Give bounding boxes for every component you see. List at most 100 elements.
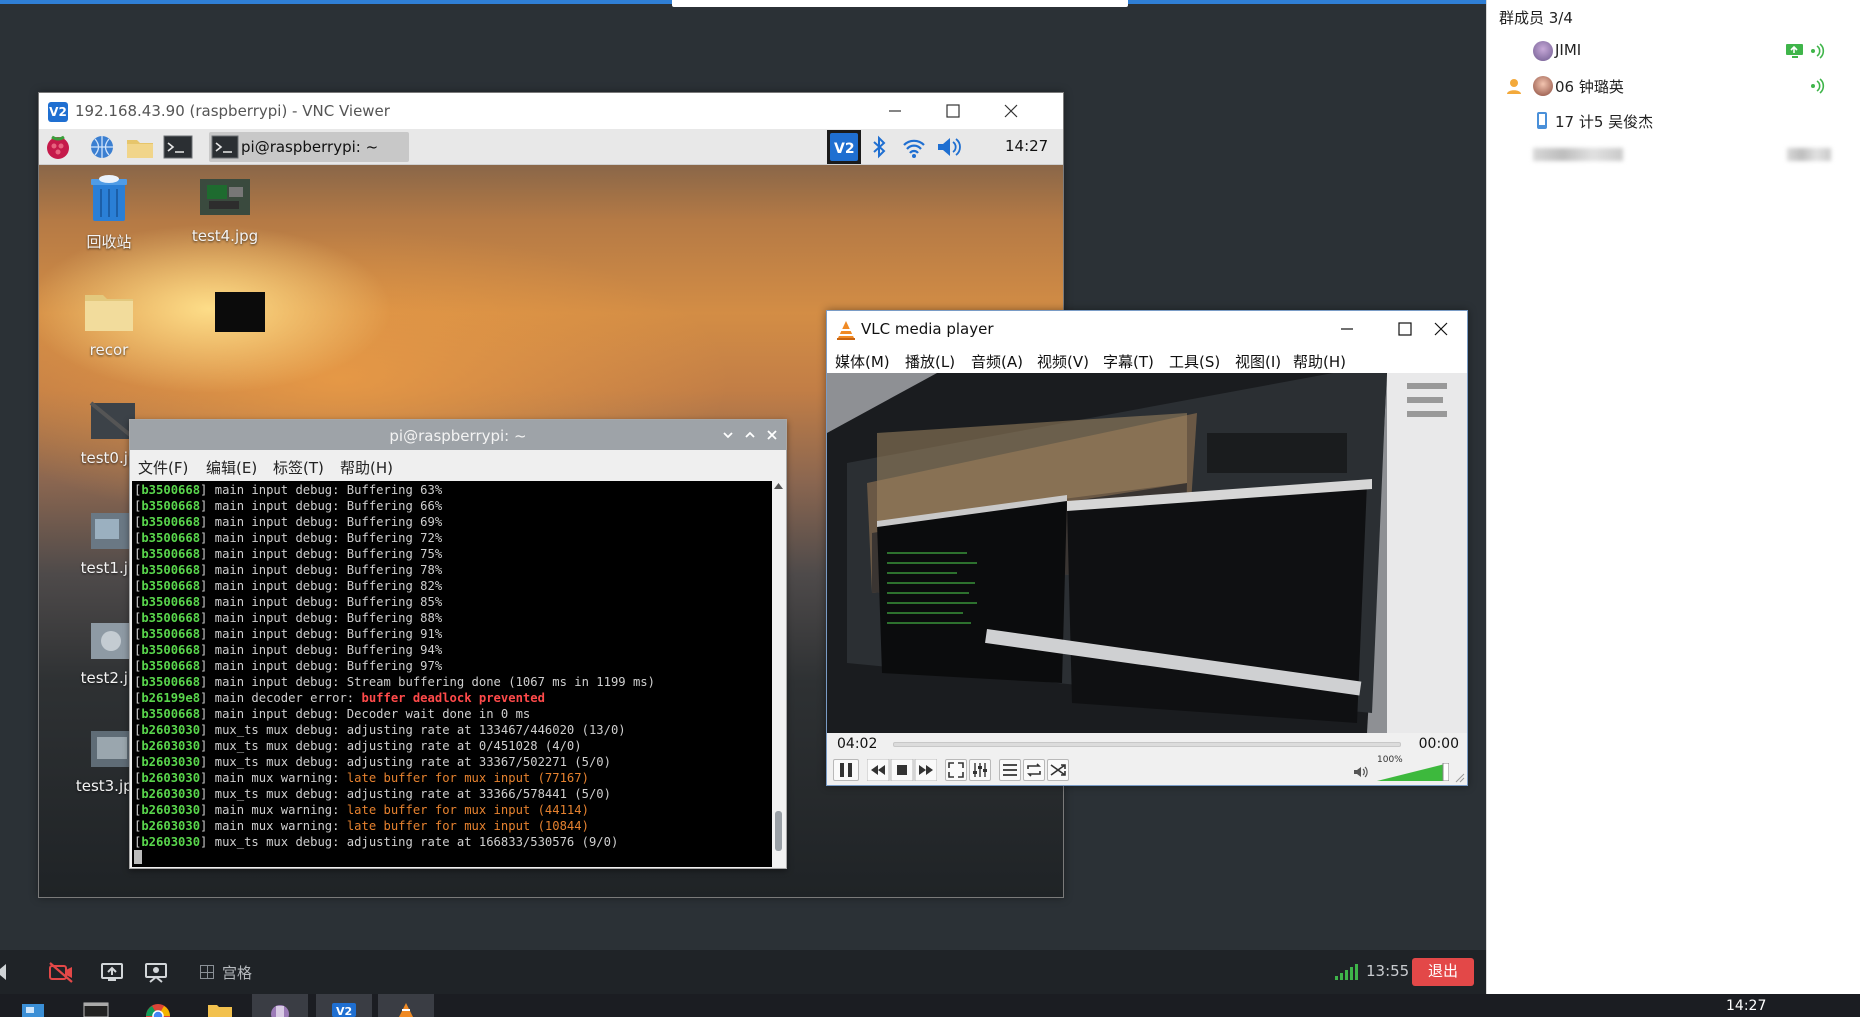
terminal-minimize-button[interactable]: [720, 427, 736, 443]
taskbar-app-chrome[interactable]: [130, 994, 186, 1017]
volume-slider[interactable]: 100%: [1377, 755, 1449, 781]
thread-id: b3500668: [141, 659, 201, 673]
camera-off-icon[interactable]: [48, 960, 74, 984]
folder-icon: [208, 1005, 232, 1017]
vlc-icon: [399, 1003, 413, 1017]
member-row[interactable]: 06 钟璐英: [1487, 71, 1860, 101]
members-panel: 群成员 3/4 JIMI 06 钟璐英 17 计5 吴俊杰: [1486, 0, 1860, 994]
image-file-icon: [91, 513, 135, 549]
terminal-line: [b3500668] main input debug: Buffering 8…: [134, 595, 443, 609]
blurred-member-name: [1533, 148, 1623, 161]
playback-controls: [866, 758, 938, 782]
log-text: main input debug: Buffering 94%: [207, 643, 443, 657]
image-file-icon: [200, 179, 250, 215]
playlist-button[interactable]: [999, 759, 1021, 781]
shuffle-icon: [1050, 764, 1066, 776]
menu-edit[interactable]: 编辑(E): [206, 457, 257, 478]
vlc-menu-audio[interactable]: 音频(A): [971, 351, 1023, 372]
taskbar-app-vlc[interactable]: [378, 994, 434, 1017]
folder-icon: [85, 295, 133, 331]
shuffle-button[interactable]: [1047, 759, 1069, 781]
vnc-titlebar[interactable]: V2 192.168.43.90 (raspberrypi) - VNC Vie…: [39, 93, 1063, 129]
screen-share-icon: [1786, 44, 1803, 58]
log-text: main input debug: Buffering 91%: [207, 627, 443, 641]
bluetooth-icon[interactable]: [869, 133, 889, 161]
share-screen-icon[interactable]: [100, 960, 124, 984]
desktop-icon-test4[interactable]: test4.jpg: [175, 175, 275, 245]
members-title: 群成员 3/4: [1499, 9, 1573, 27]
resize-grip-icon[interactable]: [1455, 773, 1465, 783]
log-text: main input debug: Buffering 88%: [207, 611, 443, 625]
taskbar-app-vnc[interactable]: V2: [316, 994, 372, 1017]
share-toolbar-handle[interactable]: [672, 0, 1128, 7]
taskbar-app-folder[interactable]: [192, 994, 248, 1017]
terminal-scroll-thumb[interactable]: [775, 811, 782, 851]
terminal-scrollbar[interactable]: [772, 481, 785, 867]
taskbar-app-explorer[interactable]: [4, 994, 60, 1017]
vlc-menu-view[interactable]: 视图(I): [1235, 351, 1281, 372]
desktop-icon-trash[interactable]: 回收站: [59, 175, 159, 252]
equalizer-icon: [973, 763, 987, 777]
vlc-menu-media[interactable]: 媒体(M): [835, 351, 890, 372]
terminal-launcher-icon[interactable]: [163, 133, 193, 161]
taskbar-app-meeting[interactable]: [252, 994, 308, 1017]
meeting-app-icon: [271, 1005, 289, 1017]
extended-settings-button[interactable]: [969, 759, 991, 781]
vlc-titlebar[interactable]: VLC media player: [827, 311, 1467, 347]
close-button[interactable]: [985, 93, 1037, 129]
terminal-maximize-button[interactable]: [742, 427, 758, 443]
minimize-button[interactable]: [869, 93, 921, 129]
meeting-toolbar: 宫格 13:55 退出: [0, 950, 1486, 994]
vlc-video-area[interactable]: [827, 373, 1467, 733]
seek-slider[interactable]: [893, 742, 1401, 747]
vlc-menu-video[interactable]: 视频(V): [1037, 351, 1089, 372]
wifi-icon[interactable]: [901, 133, 927, 161]
mute-speaker-icon[interactable]: [1353, 765, 1369, 779]
grid-layout-button[interactable]: 宫格: [200, 962, 252, 983]
whiteboard-icon[interactable]: [144, 960, 168, 984]
pi-task-terminal[interactable]: pi@raspberrypi: ~: [209, 132, 409, 162]
speaker-icon[interactable]: [0, 960, 12, 984]
trash-icon: [91, 175, 127, 221]
playlist-icon: [1003, 764, 1017, 776]
desktop-icon-record-folder[interactable]: recor: [59, 289, 159, 359]
thread-id: b2603030: [141, 723, 201, 737]
menu-tabs[interactable]: 标签(T): [273, 457, 324, 478]
terminal-titlebar[interactable]: pi@raspberrypi: ~: [130, 420, 786, 450]
member-row[interactable]: 17 计5 吴俊杰: [1487, 106, 1860, 136]
raspberry-menu-icon[interactable]: [43, 133, 73, 161]
vlc-menu-playback[interactable]: 播放(L): [905, 351, 955, 372]
terminal-output[interactable]: [b3500668] main input debug: Buffering 6…: [132, 481, 772, 867]
fullscreen-icon: [948, 762, 964, 778]
vlc-menu-help[interactable]: 帮助(H): [1293, 351, 1346, 372]
vnc-server-icon[interactable]: V2: [827, 130, 861, 164]
volume-icon[interactable]: [935, 133, 963, 161]
log-text: main decoder error:: [207, 691, 362, 705]
web-browser-icon[interactable]: [87, 133, 117, 161]
terminal-line: [b3500668] main input debug: Buffering 6…: [134, 515, 443, 529]
loop-button[interactable]: [1023, 759, 1045, 781]
pause-button[interactable]: [833, 759, 859, 781]
fullscreen-button[interactable]: [945, 759, 967, 781]
terminal-line: [b2603030] mux_ts mux debug: adjusting r…: [134, 787, 611, 801]
terminal-close-button[interactable]: [764, 427, 780, 443]
maximize-button[interactable]: [927, 93, 979, 129]
menu-help[interactable]: 帮助(H): [340, 457, 393, 478]
thread-id: b2603030: [141, 755, 201, 769]
log-text: main input debug: Stream buffering done …: [207, 675, 655, 689]
system-clock[interactable]: 14:27: [1726, 998, 1766, 1014]
menu-file[interactable]: 文件(F): [138, 457, 188, 478]
exit-meeting-button[interactable]: 退出: [1412, 958, 1474, 986]
desktop-icon-black-image[interactable]: [215, 292, 265, 332]
thread-id: b3500668: [141, 707, 201, 721]
vlc-close-button[interactable]: [1415, 311, 1467, 347]
thread-id: b2603030: [141, 787, 201, 801]
close-icon: [1004, 104, 1018, 118]
vlc-minimize-button[interactable]: [1321, 311, 1373, 347]
member-row[interactable]: JIMI: [1487, 36, 1860, 66]
grid-layout-label: 宫格: [222, 964, 253, 982]
taskbar-app-terminal[interactable]: [68, 994, 124, 1017]
vlc-menu-tools[interactable]: 工具(S): [1169, 351, 1220, 372]
vlc-menu-subtitle[interactable]: 字幕(T): [1103, 351, 1154, 372]
file-manager-icon[interactable]: [125, 133, 155, 161]
